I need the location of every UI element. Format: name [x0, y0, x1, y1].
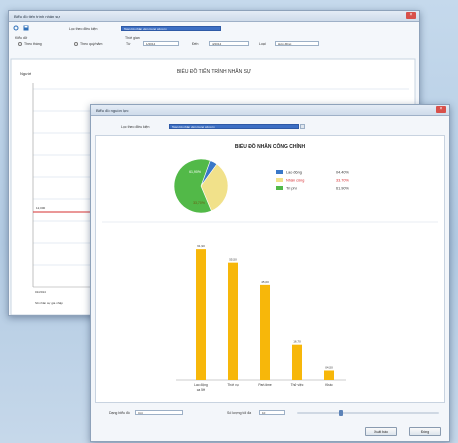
from-input[interactable]: 1/2014	[143, 41, 179, 46]
threshold-slider[interactable]	[297, 412, 439, 414]
front-filter-select[interactable]: Toàn bộ nhân viên trong công ty	[169, 124, 299, 129]
export-button[interactable]: Xuất báo	[365, 427, 397, 436]
bar-category-label-1: Thời vụ	[227, 383, 238, 387]
bar-category-label-2: Part-time	[258, 383, 272, 387]
chart-type-select[interactable]: Cột	[135, 410, 183, 415]
bar-data-label-2: 45,00	[261, 280, 269, 284]
front-window-titlebar: Biểu đồ nguồn lực ×	[91, 105, 449, 116]
legend-swatch-1	[276, 178, 283, 182]
radio-by-quarter-label: Theo quý/năm	[80, 42, 103, 46]
legend-name-1: Nhân công	[286, 179, 304, 183]
front-window: Biểu đồ nguồn lực × Lọc theo điều kiện T…	[90, 104, 450, 442]
kind-select[interactable]: Hợp đồng	[275, 41, 319, 46]
front-chart: BIỂU ĐỒ NHÂN CÔNG CHÍNH 61,90% 33,70% Lao…	[102, 142, 438, 392]
back-chart-title: BIỂU ĐỒ TIẾN TRÌNH NHÂN SỰ	[177, 68, 252, 75]
radio-by-quarter[interactable]	[74, 42, 78, 46]
bar-category-label-0-line2: ca 5H	[197, 388, 206, 392]
mode-group-label: Kiểu dữ	[15, 36, 28, 40]
bar-category-label-4: Khác	[325, 383, 333, 387]
back-window-close-button[interactable]: ×	[406, 12, 416, 19]
refresh-icon[interactable]	[13, 25, 19, 31]
filter-select[interactable]: Toàn bộ nhân viên trong công ty	[121, 26, 221, 31]
bar-2	[260, 284, 270, 380]
legend-swatch-2	[276, 186, 283, 190]
bar-data-label-1: 55,50	[229, 258, 237, 262]
kind-label: Loại	[259, 42, 266, 46]
legend-swatch-0	[276, 170, 283, 174]
bar-data-label-4: 04,50	[325, 365, 333, 369]
bar-data-label-3: 16,70	[293, 340, 301, 344]
to-input[interactable]: 4/2014	[209, 41, 249, 46]
bar-3	[292, 344, 302, 380]
radio-by-month-label: Theo tháng	[24, 42, 42, 46]
pie-legend: Lao động 04.40% Nhân công 33.70% Tri phí 61.9…	[276, 170, 350, 191]
bar-4	[324, 370, 334, 380]
bar-chart: 61,90 Lao độngca 5H 55,50 Thời vụ 45,00 Part-…	[176, 244, 346, 392]
front-chart-panel: BIỂU ĐỒ NHÂN CÔNG CHÍNH 61,90% 33,70% Lao…	[95, 135, 445, 403]
back-chart-ylabel: Người	[20, 71, 31, 76]
pie-chart: 61,90% 33,70%	[173, 158, 229, 214]
bar-1	[228, 262, 238, 380]
threshold-input[interactable]: 10	[259, 410, 285, 415]
front-filter-label: Lọc theo điều kiện	[121, 125, 150, 129]
back-window-title: Biểu đồ tiến trình nhân sự	[14, 14, 61, 19]
radio-by-month[interactable]	[18, 42, 22, 46]
back-chart-red-line-label: 12,000	[36, 206, 46, 210]
legend-value-1: 33.70%	[336, 179, 350, 183]
bar-category-label-0: Lao động	[194, 383, 208, 387]
back-chart-x-tick: 01/2014	[35, 290, 46, 294]
threshold-slider-thumb[interactable]	[339, 410, 343, 416]
pie-chart-title: BIỂU ĐỒ NHÂN CÔNG CHÍNH	[235, 142, 306, 150]
pie-slice-label-1: 33,70%	[193, 201, 205, 205]
to-label: Đến	[192, 42, 199, 46]
bar-data-label-0: 61,90	[197, 244, 205, 248]
threshold-label: Số lượng tối đa	[227, 411, 252, 415]
front-window-title: Biểu đồ nguồn lực	[96, 108, 129, 113]
legend-name-0: Lao động	[286, 171, 302, 175]
front-window-close-button[interactable]: ×	[436, 106, 446, 113]
close-button[interactable]: Đóng	[409, 427, 441, 436]
legend-value-0: 04.40%	[336, 171, 350, 175]
from-label: Từ	[126, 42, 131, 46]
bar-category-label-3: Thử việc	[291, 383, 304, 387]
filter-label: Lọc theo điều kiện	[69, 27, 98, 31]
legend-name-2: Tri phí	[286, 187, 298, 191]
back-chart-x-caption: Số nhân sự gia nhập	[35, 301, 63, 305]
period-label: Thời gian	[125, 36, 140, 40]
back-window-titlebar: Biểu đồ tiến trình nhân sự ×	[9, 11, 419, 22]
legend-value-2: 61.90%	[336, 187, 350, 191]
chart-type-label: Dạng biểu đồ	[109, 411, 130, 415]
filter-dropdown-arrow-icon[interactable]	[300, 124, 305, 129]
pie-slice-label-0: 61,90%	[189, 170, 201, 174]
bar-0	[196, 249, 206, 380]
save-icon[interactable]	[23, 25, 29, 31]
